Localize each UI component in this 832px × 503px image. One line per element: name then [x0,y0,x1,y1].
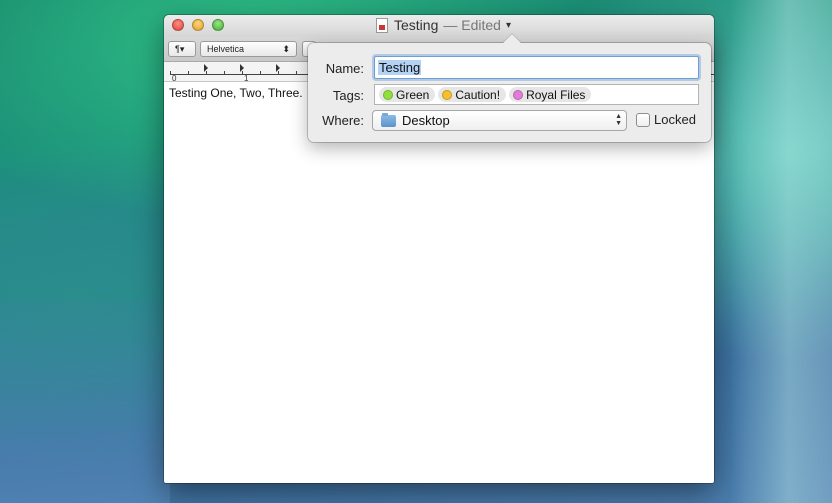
title-caret-icon[interactable]: ▾ [506,20,511,31]
updown-arrows-icon: ⬍ [282,43,290,54]
ruler-tick [242,71,243,74]
where-value: Desktop [402,113,450,128]
name-label: Name: [325,61,364,76]
close-button[interactable] [172,19,184,31]
document-proxy-icon[interactable] [376,17,388,33]
locked-checkbox[interactable] [636,112,650,127]
name-value: Testing [378,60,422,75]
where-label: Where: [322,113,364,128]
green-dot-icon [383,89,393,100]
title-status: — Edited [443,17,501,33]
ruler-tick [224,71,225,74]
desktop-wave-shadow [0,300,170,503]
tag-royal-files[interactable]: Royal Files [509,87,592,102]
purple-dot-icon [513,89,524,100]
window-title-menu[interactable]: Testing — Edited ▾ [376,17,511,33]
title-bar[interactable]: Testing — Edited ▾ [164,15,714,37]
ruler-label: 1 [244,74,249,83]
minimize-button[interactable] [192,19,204,31]
ruler-tick [296,71,297,74]
locked-option[interactable]: Locked [636,112,696,127]
ruler-tick [170,71,171,74]
ruler-tick [278,71,279,74]
tag-label: Green [396,87,430,102]
ruler-tick [260,71,261,74]
ruler-tick [206,71,207,74]
zoom-button[interactable] [212,19,224,31]
desktop-wave-highlight [730,0,832,503]
rename-popover: Name: Testing Tags: Green Caution! Royal… [308,33,711,142]
locked-label: Locked [654,112,696,127]
folder-icon [381,112,396,127]
window-title: Testing [394,17,439,33]
font-family-label: Helvetica [207,44,245,54]
font-family-select[interactable]: Helvetica ⬍ [200,41,297,57]
yellow-dot-icon [442,89,453,100]
document-text: Testing One, Two, Three. [169,86,303,100]
tags-label: Tags: [332,88,364,103]
updown-arrows-icon: ▲ ▼ [615,113,622,127]
ruler-tick [188,71,189,74]
paragraph-style-button[interactable]: ¶▾ [168,41,196,57]
where-select[interactable]: Desktop ▲ ▼ [372,110,627,131]
tags-field[interactable]: Green Caution! Royal Files [374,84,699,105]
ruler-label: 0 [172,74,177,83]
tag-green[interactable]: Green [379,87,436,102]
tag-label: Caution! [455,87,501,102]
tag-caution[interactable]: Caution! [438,87,507,102]
name-field[interactable]: Testing [374,56,699,79]
tag-label: Royal Files [526,87,586,102]
